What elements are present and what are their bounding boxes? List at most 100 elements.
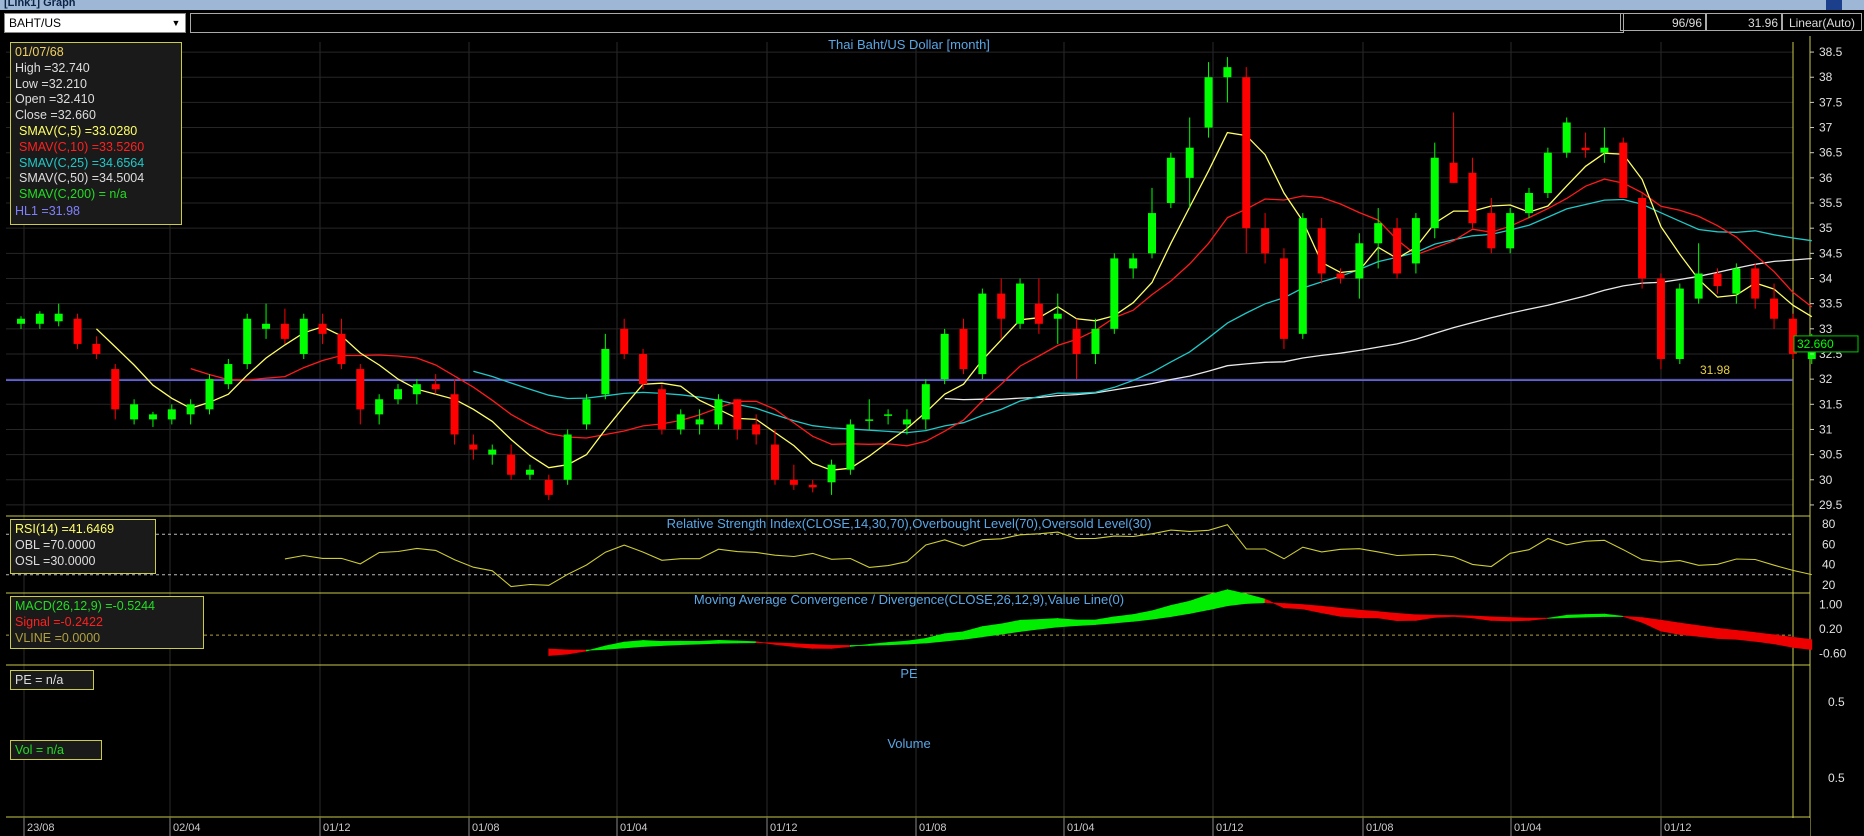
x-tick-label: 01/12 — [770, 822, 798, 834]
candle — [789, 464, 798, 490]
candle-body — [1185, 147, 1194, 178]
macd-fill — [1038, 618, 1059, 630]
macd-value: MACD(26,12,9) =-0.5244 — [15, 599, 156, 613]
close-icon[interactable] — [1826, 0, 1842, 10]
candle — [1675, 283, 1684, 365]
candle — [1619, 137, 1628, 198]
candle — [1298, 213, 1307, 339]
candle-body — [1638, 197, 1647, 279]
candle — [1770, 283, 1779, 329]
candle — [978, 288, 987, 380]
candle-body — [582, 399, 591, 425]
candle-body — [1619, 142, 1628, 198]
y-tick-label: 37.5 — [1819, 95, 1843, 109]
candle — [1242, 67, 1251, 254]
candle-body — [997, 293, 1006, 319]
info-sma50: SMAV(C,50) =34.5004 — [19, 171, 145, 186]
macd-fill — [1340, 607, 1360, 618]
candle-body — [1016, 283, 1025, 324]
macd-fill — [1019, 619, 1040, 632]
chevron-down-icon[interactable]: ▼ — [169, 14, 183, 32]
macd-fill — [1717, 627, 1737, 640]
candle-body — [676, 414, 685, 430]
info-sma5: SMAV(C,5) =33.0280 — [19, 123, 138, 138]
macd-fill — [1585, 613, 1605, 618]
candle — [450, 379, 459, 445]
y-tick-label: 30 — [1819, 473, 1833, 487]
y-tick-label: 37 — [1819, 121, 1833, 135]
candle-body — [1336, 273, 1345, 279]
volume-tick-label: 0.5 — [1828, 771, 1845, 785]
macd-fill — [661, 640, 682, 646]
candle-body — [394, 389, 402, 400]
macd-fill — [548, 648, 569, 656]
sma25-line — [473, 198, 1812, 434]
candle — [337, 318, 346, 370]
status-bar — [190, 13, 1624, 33]
candle-body — [507, 454, 516, 475]
macd-fill — [1434, 614, 1454, 618]
y-tick-label: 36 — [1819, 171, 1833, 185]
candle-body — [356, 369, 365, 410]
macd-fill — [1698, 625, 1718, 639]
candle — [865, 399, 874, 430]
candle — [1638, 192, 1647, 289]
macd-fill — [831, 644, 851, 649]
macd-fill — [1283, 603, 1304, 610]
candle — [676, 409, 685, 435]
candle-body — [73, 318, 82, 344]
candle — [394, 384, 402, 405]
scale-mode-button[interactable]: Linear(Auto) — [1782, 13, 1862, 31]
macd-fill — [868, 642, 889, 646]
candle-body — [639, 353, 648, 385]
bar-counter: 96/96 — [1620, 13, 1706, 31]
candle — [412, 379, 421, 405]
candle — [1656, 273, 1665, 370]
candle-body — [92, 343, 101, 354]
macd-fill — [1415, 614, 1436, 621]
volume-info-box: Vol = n/a — [10, 740, 102, 760]
last-price-label: 32.660 — [1797, 337, 1834, 351]
candle — [1543, 147, 1552, 198]
candle — [601, 333, 610, 400]
macd-fill — [1264, 598, 1285, 609]
candle-body — [695, 419, 704, 425]
y-tick-label: 34 — [1819, 272, 1833, 286]
candle-body — [733, 399, 742, 430]
chart-canvas[interactable]: 31.98 38.5 38 37.5 37 36.5 36 35.5 35 34.5 34 33.5… — [0, 36, 1864, 836]
candle-body — [167, 409, 176, 420]
info-sma25: SMAV(C,25) =34.6564 — [19, 155, 145, 170]
candle — [54, 303, 63, 327]
candle — [243, 313, 252, 370]
candle-body — [224, 364, 233, 385]
macd-tick-label: 0.20 — [1819, 622, 1843, 636]
macd-fill — [1321, 605, 1341, 617]
candle-body — [1091, 328, 1100, 354]
candle — [1732, 263, 1741, 304]
x-tick-label: 01/12 — [323, 822, 351, 834]
candle-body — [1562, 122, 1571, 153]
candle-body — [1411, 218, 1420, 264]
symbol-select[interactable]: BAHT/US ▼ — [4, 13, 186, 33]
candle-body — [1487, 213, 1496, 249]
candle-body — [1148, 213, 1156, 254]
candle — [1751, 263, 1760, 309]
candle-body — [1751, 268, 1760, 299]
candle-body — [601, 348, 610, 395]
x-tick-label: 01/08 — [919, 822, 947, 834]
candle — [507, 444, 516, 480]
candle-body — [35, 313, 44, 324]
candle — [695, 409, 704, 435]
macd-fill — [1000, 619, 1021, 635]
candle-body — [431, 384, 440, 390]
window-titlebar: [Link1] Graph — [0, 0, 1864, 10]
macd-fill — [1453, 615, 1473, 619]
candle-body — [1166, 157, 1175, 204]
candle-body — [902, 419, 911, 425]
candle-body — [620, 328, 629, 354]
candle-body — [1110, 258, 1119, 329]
macd-fill — [586, 645, 606, 652]
macd-fill — [812, 644, 832, 649]
candle — [1562, 117, 1571, 158]
rsi-tick-label: 60 — [1822, 537, 1836, 551]
